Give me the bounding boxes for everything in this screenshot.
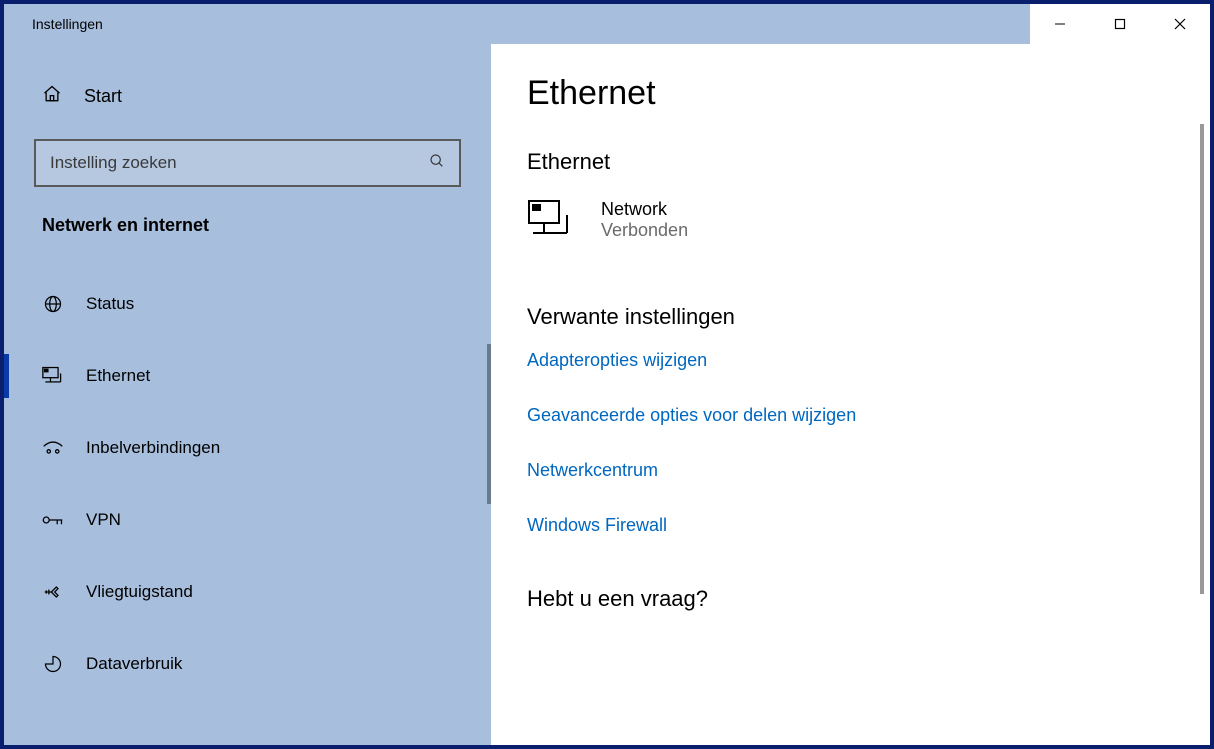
main-panel: Ethernet Ethernet Network Verbonden Verw… bbox=[491, 44, 1210, 745]
airplane-icon bbox=[42, 582, 64, 602]
minimize-button[interactable] bbox=[1030, 4, 1090, 44]
link-windows-firewall[interactable]: Windows Firewall bbox=[527, 515, 1210, 536]
settings-window: Instellingen Start bbox=[4, 4, 1210, 745]
sidebar-item-label: Inbelverbindingen bbox=[86, 438, 220, 458]
sidebar-item-datausage[interactable]: Dataverbruik bbox=[4, 628, 491, 700]
sidebar-item-dialup[interactable]: Inbelverbindingen bbox=[4, 412, 491, 484]
nav-list: Status Ethernet Inbelverbindingen bbox=[4, 268, 491, 700]
content: Start Netwerk en internet Status bbox=[4, 44, 1210, 745]
section-heading: Ethernet bbox=[527, 149, 1210, 175]
data-usage-icon bbox=[42, 654, 64, 674]
link-advanced-sharing[interactable]: Geavanceerde opties voor delen wijzigen bbox=[527, 405, 1210, 426]
related-links: Adapteropties wijzigen Geavanceerde opti… bbox=[527, 350, 1210, 536]
sidebar-item-label: Status bbox=[86, 294, 134, 314]
sidebar-item-label: Dataverbruik bbox=[86, 654, 182, 674]
related-settings-heading: Verwante instellingen bbox=[527, 304, 1210, 330]
link-adapter-options[interactable]: Adapteropties wijzigen bbox=[527, 350, 1210, 371]
network-status: Verbonden bbox=[601, 220, 688, 241]
network-icon bbox=[527, 199, 571, 244]
close-button[interactable] bbox=[1150, 4, 1210, 44]
sidebar-item-airplane[interactable]: Vliegtuigstand bbox=[4, 556, 491, 628]
search-input[interactable] bbox=[50, 153, 429, 173]
main-scrollbar[interactable] bbox=[1200, 124, 1204, 594]
window-controls bbox=[1030, 4, 1210, 44]
network-info: Network Verbonden bbox=[601, 199, 688, 241]
titlebar: Instellingen bbox=[4, 4, 1210, 44]
start-button[interactable]: Start bbox=[4, 74, 491, 119]
start-label: Start bbox=[84, 86, 122, 107]
close-icon bbox=[1174, 18, 1186, 30]
minimize-icon bbox=[1054, 18, 1066, 30]
link-network-center[interactable]: Netwerkcentrum bbox=[527, 460, 1210, 481]
sidebar-item-label: Ethernet bbox=[86, 366, 150, 386]
page-title: Ethernet bbox=[527, 74, 1210, 113]
search-icon bbox=[429, 153, 445, 174]
sidebar-item-label: VPN bbox=[86, 510, 121, 530]
vpn-icon bbox=[42, 512, 64, 528]
dialup-icon bbox=[42, 439, 64, 457]
window-title: Instellingen bbox=[4, 16, 1030, 32]
sidebar: Start Netwerk en internet Status bbox=[4, 44, 491, 745]
globe-icon bbox=[42, 294, 64, 314]
home-icon bbox=[42, 84, 62, 109]
category-heading: Netwerk en internet bbox=[4, 215, 491, 236]
maximize-icon bbox=[1114, 18, 1126, 30]
sidebar-item-status[interactable]: Status bbox=[4, 268, 491, 340]
network-item[interactable]: Network Verbonden bbox=[527, 199, 1210, 244]
search-box[interactable] bbox=[34, 139, 461, 187]
sidebar-item-vpn[interactable]: VPN bbox=[4, 484, 491, 556]
sidebar-item-label: Vliegtuigstand bbox=[86, 582, 193, 602]
network-name: Network bbox=[601, 199, 688, 220]
ethernet-icon bbox=[42, 366, 64, 386]
maximize-button[interactable] bbox=[1090, 4, 1150, 44]
help-heading: Hebt u een vraag? bbox=[527, 586, 1210, 612]
sidebar-item-ethernet[interactable]: Ethernet bbox=[4, 340, 491, 412]
